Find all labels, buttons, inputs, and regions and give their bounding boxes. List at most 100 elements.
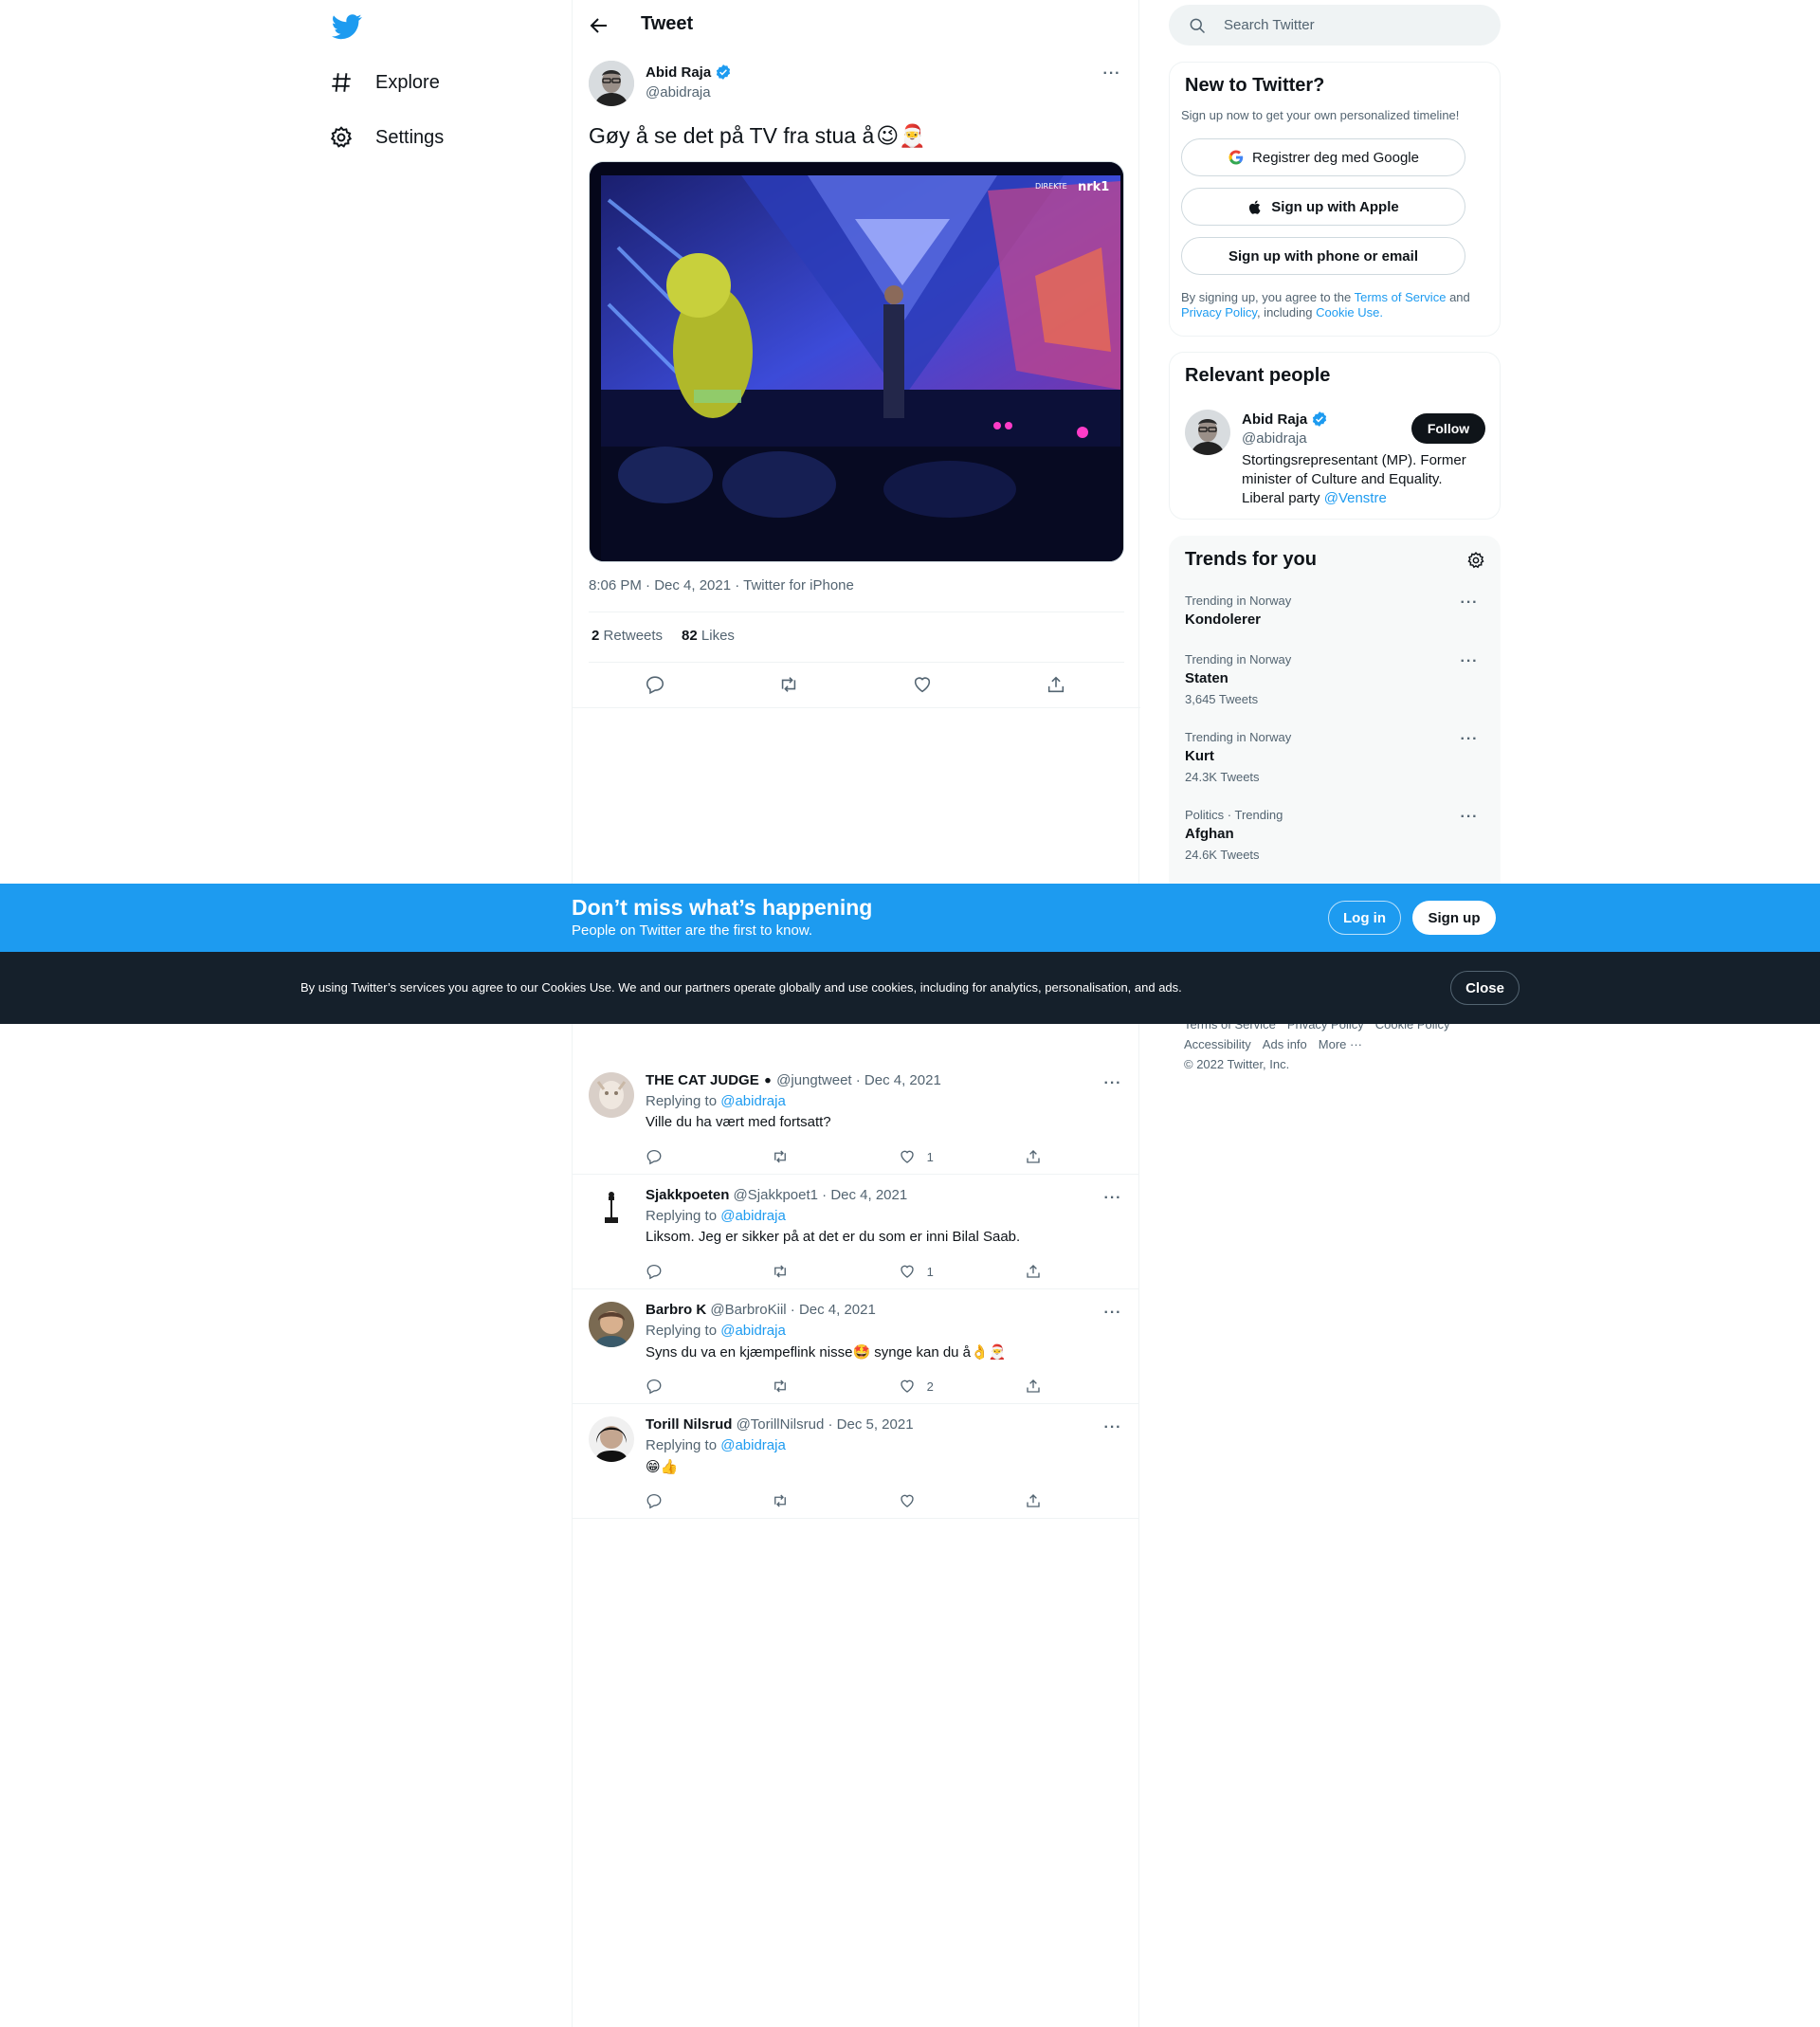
relevant-people-card: Relevant people Abid Raja @abidraja Foll… <box>1169 352 1501 520</box>
tweet-header: Tweet <box>573 0 1138 51</box>
page-title: Tweet <box>641 13 694 34</box>
signup-button[interactable]: Sign up <box>1412 901 1496 935</box>
trend-item[interactable]: Trending in Norway Kurt 24.3K Tweets ··· <box>1185 730 1486 784</box>
privacy-link[interactable]: Privacy Policy <box>1181 305 1257 320</box>
trend-item[interactable]: Trending in Norway Kondolerer ··· <box>1185 593 1486 628</box>
twitter-logo-icon[interactable] <box>332 11 362 42</box>
mention-link[interactable]: @abidraja <box>720 1093 786 1109</box>
cookie-use-link[interactable]: Cookie Use. <box>1316 305 1383 320</box>
like-count: 1 <box>926 1264 934 1279</box>
tos-link[interactable]: Terms of Service <box>1355 290 1447 304</box>
hashtag-icon <box>328 69 355 96</box>
more-options-icon[interactable]: ··· <box>1102 64 1121 83</box>
more-options-icon[interactable]: ··· <box>1460 808 1479 827</box>
tweet-timestamp[interactable]: 8:06 PM · Dec 4, 2021 · Twitter for iPho… <box>589 577 854 593</box>
gear-icon[interactable] <box>1466 551 1485 570</box>
trend-item[interactable]: Politics · Trending Afghan 24.6K Tweets … <box>1185 808 1486 862</box>
reply-header: THE CAT JUDGE ⚫ @jungtweet · Dec 4, 2021 <box>646 1072 941 1088</box>
reply-avatar[interactable] <box>589 1302 634 1347</box>
reply-icon[interactable] <box>645 674 667 697</box>
reply-icon[interactable] <box>646 1263 702 1280</box>
footer-ads-info-link[interactable]: Ads info <box>1263 1037 1307 1051</box>
reply-avatar[interactable] <box>589 1072 634 1118</box>
retweet-icon[interactable] <box>772 1492 828 1509</box>
nav-settings-label: Settings <box>375 126 445 148</box>
new-to-twitter-title: New to Twitter? <box>1185 75 1325 96</box>
relevant-name[interactable]: Abid Raja <box>1242 411 1328 428</box>
search-input[interactable]: Search Twitter <box>1169 5 1501 46</box>
more-options-icon[interactable]: ··· <box>1103 1074 1122 1093</box>
google-signup-button[interactable]: Registrer deg med Google <box>1181 138 1465 176</box>
back-arrow-icon[interactable] <box>588 14 610 37</box>
reply-avatar[interactable] <box>589 1187 634 1233</box>
login-button[interactable]: Log in <box>1328 901 1401 935</box>
nav-settings[interactable]: Settings <box>328 115 444 160</box>
share-icon[interactable] <box>1025 1492 1044 1509</box>
relevant-handle[interactable]: @abidraja <box>1242 430 1307 447</box>
verified-badge-icon <box>1311 411 1328 428</box>
more-options-icon[interactable]: ··· <box>1460 652 1479 671</box>
gear-icon <box>328 124 355 151</box>
mention-link[interactable]: @abidraja <box>720 1323 786 1339</box>
promo-title: Don’t miss what’s happening <box>572 895 873 920</box>
replying-to: Replying to @abidraja <box>646 1323 786 1339</box>
likes-stat[interactable]: 82 Likes <box>682 628 735 644</box>
author-handle[interactable]: @abidraja <box>646 84 711 100</box>
reply-text: 😁👍 <box>646 1459 679 1475</box>
more-options-icon[interactable]: ··· <box>1103 1189 1122 1208</box>
reply-actions <box>646 1492 1044 1509</box>
like-button[interactable]: 2 <box>899 1378 956 1395</box>
like-button[interactable]: 1 <box>899 1148 956 1165</box>
reply-icon[interactable] <box>646 1148 702 1165</box>
footer-more-link[interactable]: More ··· <box>1319 1037 1362 1051</box>
retweet-icon[interactable] <box>772 1378 828 1395</box>
nav-explore-label: Explore <box>375 71 440 93</box>
cookie-close-button[interactable]: Close <box>1450 971 1520 1005</box>
like-button[interactable]: 1 <box>899 1263 956 1280</box>
retweet-icon[interactable] <box>772 1263 828 1280</box>
retweet-icon[interactable] <box>778 674 801 697</box>
reply-text: Liksom. Jeg er sikker på at det er du so… <box>646 1229 1021 1245</box>
more-options-icon[interactable]: ··· <box>1460 730 1479 749</box>
tweet-actions <box>589 673 1124 698</box>
retweets-stat[interactable]: 2 Retweets <box>592 628 663 644</box>
footer-accessibility-link[interactable]: Accessibility <box>1184 1037 1251 1051</box>
trend-item[interactable]: Trending in Norway Staten 3,645 Tweets ·… <box>1185 652 1486 706</box>
like-heart-icon <box>900 1150 914 1163</box>
more-options-icon[interactable]: ··· <box>1460 593 1479 612</box>
like-button[interactable] <box>899 1492 956 1509</box>
tweet-photo[interactable]: DIREKTE nrk1 <box>589 161 1124 562</box>
reply-item[interactable]: Torill Nilsrud @TorillNilsrud · Dec 5, 2… <box>573 1411 1138 1519</box>
follow-button[interactable]: Follow <box>1411 413 1485 444</box>
apple-signup-button[interactable]: Sign up with Apple <box>1181 188 1465 226</box>
relevant-avatar[interactable] <box>1185 410 1230 455</box>
cookie-banner: By using Twitter’s services you agree to… <box>0 952 1820 1024</box>
share-icon[interactable] <box>1025 1263 1044 1280</box>
like-count: 2 <box>926 1379 934 1394</box>
retweet-icon[interactable] <box>772 1148 828 1165</box>
reply-item[interactable]: Sjakkpoeten @Sjakkpoet1 · Dec 4, 2021 Re… <box>573 1181 1138 1289</box>
author-avatar[interactable] <box>589 61 634 106</box>
phone-email-signup-button[interactable]: Sign up with phone or email <box>1181 237 1465 275</box>
nav-explore[interactable]: Explore <box>328 60 440 105</box>
venstre-link[interactable]: @Venstre <box>1324 490 1387 506</box>
search-icon <box>1188 16 1207 35</box>
author-name[interactable]: Abid Raja <box>646 64 732 81</box>
more-options-icon[interactable]: ··· <box>1103 1418 1122 1437</box>
share-icon[interactable] <box>1046 674 1068 697</box>
share-icon[interactable] <box>1025 1148 1044 1165</box>
mention-link[interactable]: @abidraja <box>720 1437 786 1453</box>
search-placeholder: Search Twitter <box>1224 17 1315 33</box>
reply-icon[interactable] <box>646 1492 702 1509</box>
reply-icon[interactable] <box>646 1378 702 1395</box>
reply-avatar[interactable] <box>589 1416 634 1462</box>
like-heart-icon <box>900 1379 914 1393</box>
mention-link[interactable]: @abidraja <box>720 1208 786 1224</box>
google-icon <box>1228 149 1245 166</box>
reply-item[interactable]: Barbro K @BarbroKiil · Dec 4, 2021 Reply… <box>573 1296 1138 1404</box>
share-icon[interactable] <box>1025 1378 1044 1395</box>
tweet-stats: 2 Retweets 82 Likes <box>592 628 735 644</box>
reply-item[interactable]: THE CAT JUDGE ⚫ @jungtweet · Dec 4, 2021… <box>573 1067 1138 1175</box>
like-heart-icon[interactable] <box>912 674 935 697</box>
more-options-icon[interactable]: ··· <box>1103 1304 1122 1323</box>
